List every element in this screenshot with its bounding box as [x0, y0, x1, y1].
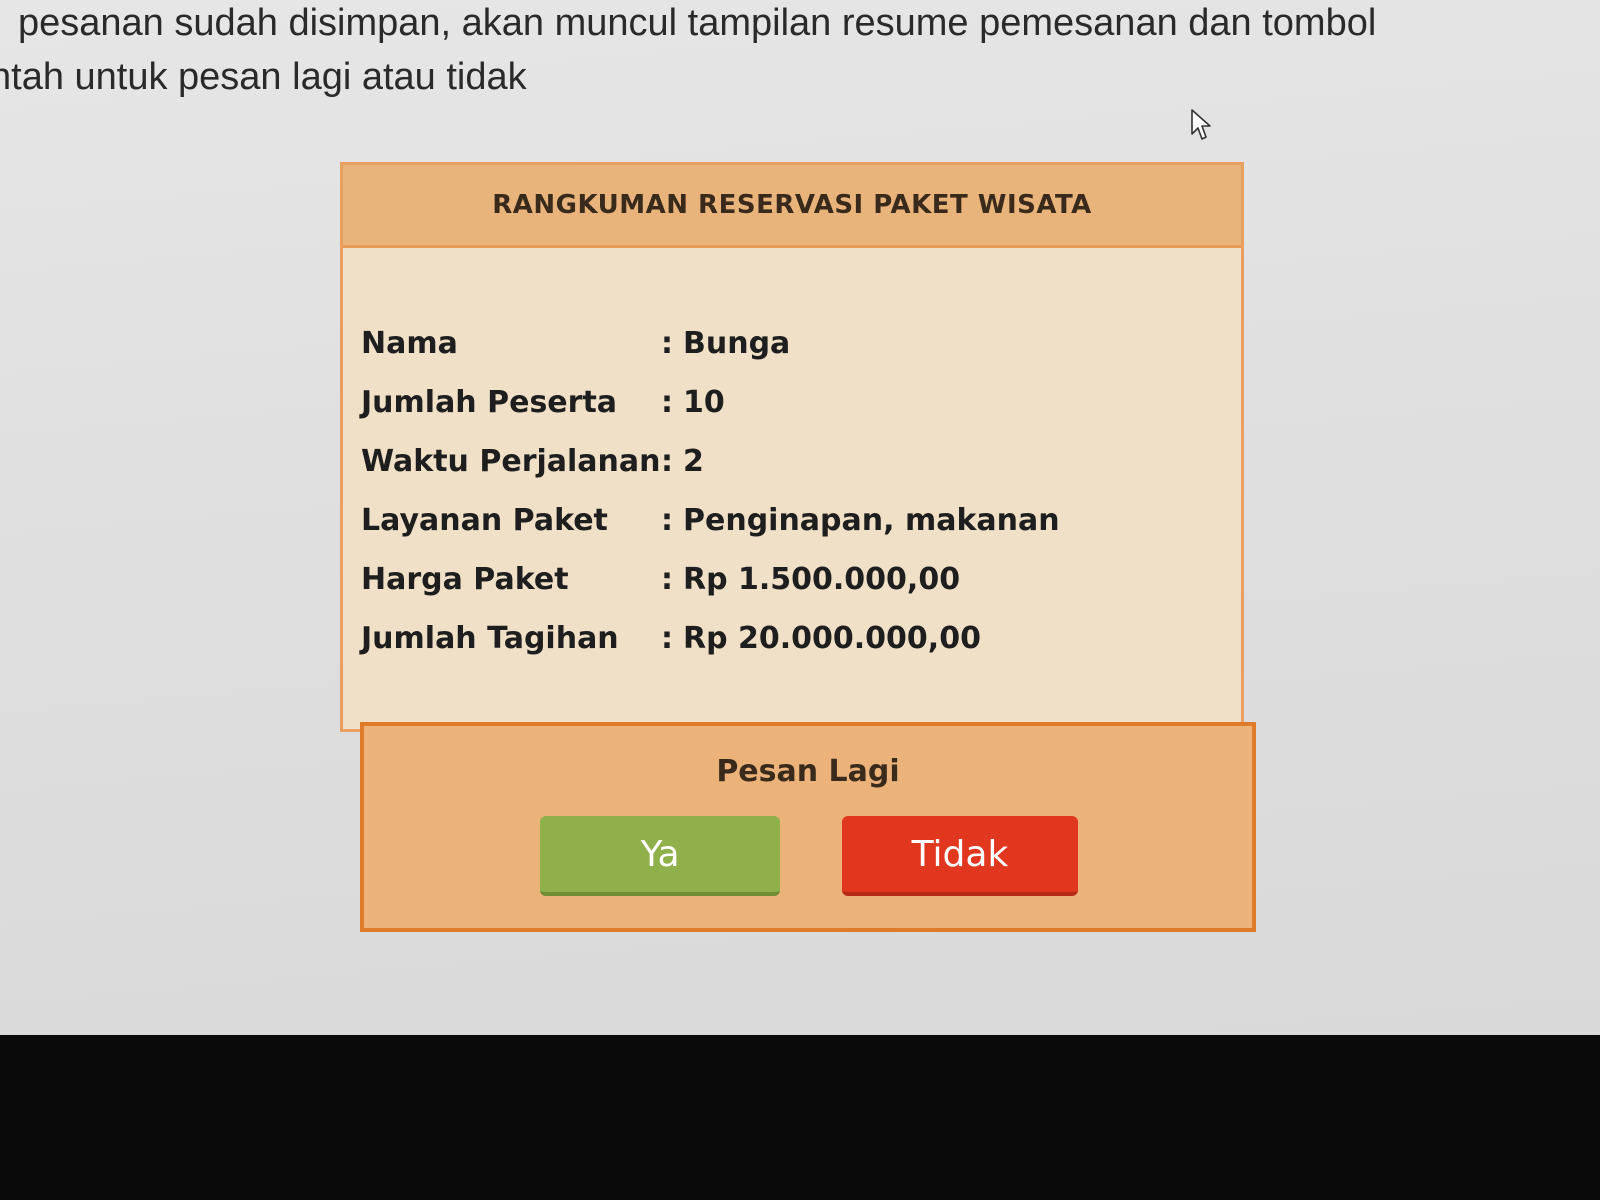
row-label: Nama	[361, 326, 458, 361]
row-label: Jumlah Peserta	[361, 385, 618, 420]
row-separator: :	[661, 562, 673, 597]
row-separator: :	[661, 385, 673, 420]
row-value: Bunga	[683, 326, 791, 361]
row-value: Rp 20.000.000,00	[683, 621, 981, 656]
mouse-pointer-icon	[1191, 109, 1211, 140]
row-separator: :	[661, 503, 673, 538]
row-value: Rp 1.500.000,00	[683, 562, 961, 597]
screen: pesanan sudah disimpan, akan muncul tamp…	[0, 0, 1600, 1035]
summary-row-layanan-paket: Layanan Paket : Penginapan, makanan	[361, 491, 1241, 550]
summary-row-jumlah-tagihan: Jumlah Tagihan : Rp 20.000.000,00	[361, 609, 1241, 668]
summary-row-harga-paket: Harga Paket : Rp 1.500.000,00	[361, 550, 1241, 609]
row-label: Jumlah Tagihan	[361, 621, 619, 656]
row-value: 2	[683, 444, 704, 479]
row-value: 10	[683, 385, 725, 420]
summary-title: RANGKUMAN RESERVASI PAKET WISATA	[492, 190, 1092, 220]
summary-row-waktu-perjalanan: Waktu Perjalanan : 2	[361, 432, 1241, 491]
summary-row-jumlah-peserta: Jumlah Peserta : 10	[361, 373, 1241, 432]
yes-button[interactable]: Ya	[540, 816, 780, 896]
row-label: Layanan Paket	[361, 503, 608, 538]
no-button[interactable]: Tidak	[842, 816, 1078, 896]
summary-header: RANGKUMAN RESERVASI PAKET WISATA	[343, 165, 1241, 248]
order-again-panel: Pesan Lagi Ya Tidak	[360, 722, 1256, 932]
summary-body: Nama : Bunga Jumlah Peserta : 10 Waktu P…	[343, 248, 1241, 668]
row-label: Harga Paket	[361, 562, 569, 597]
document-text-line: pesanan sudah disimpan, akan muncul tamp…	[18, 2, 1377, 44]
document-text-line: ntah untuk pesan lagi atau tidak	[0, 56, 527, 98]
row-separator: :	[661, 444, 673, 479]
row-label: Waktu Perjalanan	[361, 444, 661, 479]
row-separator: :	[661, 621, 673, 656]
row-value: Penginapan, makanan	[683, 503, 1060, 538]
summary-row-nama: Nama : Bunga	[361, 314, 1241, 373]
order-again-title: Pesan Lagi	[716, 754, 900, 789]
monitor-bezel	[0, 1035, 1600, 1200]
reservation-summary-panel: RANGKUMAN RESERVASI PAKET WISATA Nama : …	[340, 162, 1244, 732]
row-separator: :	[661, 326, 673, 361]
